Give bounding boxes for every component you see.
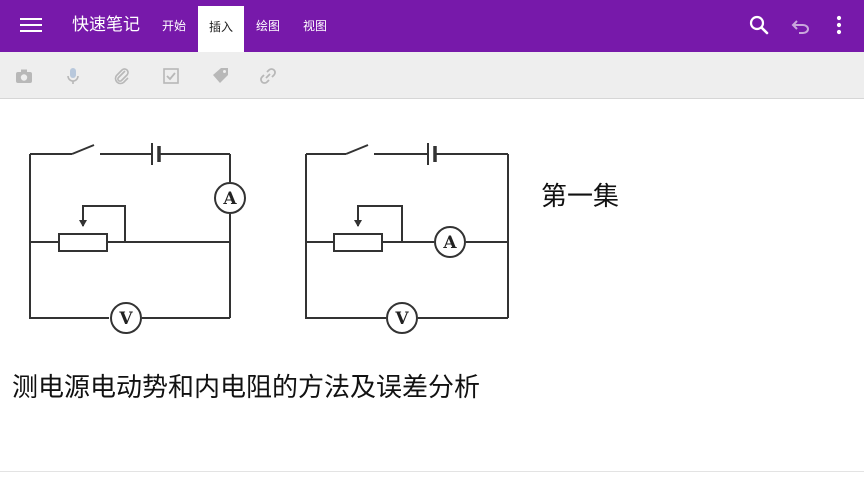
divider bbox=[0, 471, 864, 472]
tab-insert[interactable]: 插入 bbox=[198, 6, 244, 52]
tab-draw[interactable]: 绘图 bbox=[248, 0, 288, 52]
tab-view[interactable]: 视图 bbox=[294, 0, 336, 52]
attach-icon[interactable] bbox=[112, 66, 132, 86]
microphone-icon[interactable] bbox=[63, 66, 83, 86]
undo-icon[interactable] bbox=[790, 14, 812, 36]
camera-icon[interactable] bbox=[14, 66, 34, 86]
app-title: 快速笔记 bbox=[72, 15, 140, 35]
app-bar: 快速笔记 开始 插入 绘图 视图 bbox=[0, 0, 864, 52]
search-icon[interactable] bbox=[748, 14, 770, 36]
tag-icon[interactable] bbox=[210, 66, 230, 86]
more-vert-icon[interactable] bbox=[828, 14, 850, 36]
note-text-title[interactable]: 测电源电动势和内电阻的方法及误差分析 bbox=[12, 370, 480, 406]
insert-toolbar bbox=[0, 52, 864, 99]
ammeter-label: A bbox=[442, 233, 457, 253]
note-text-episode[interactable]: 第一集 bbox=[541, 180, 619, 214]
ammeter-label: A bbox=[222, 189, 237, 209]
tab-home[interactable]: 开始 bbox=[152, 0, 196, 52]
circuit-diagrams-image: A V A V bbox=[29, 143, 509, 334]
voltmeter-label: V bbox=[118, 309, 133, 329]
checkbox-icon[interactable] bbox=[161, 66, 181, 86]
hamburger-menu-icon[interactable] bbox=[20, 15, 42, 37]
link-icon[interactable] bbox=[258, 66, 278, 86]
voltmeter-label: V bbox=[394, 309, 409, 329]
